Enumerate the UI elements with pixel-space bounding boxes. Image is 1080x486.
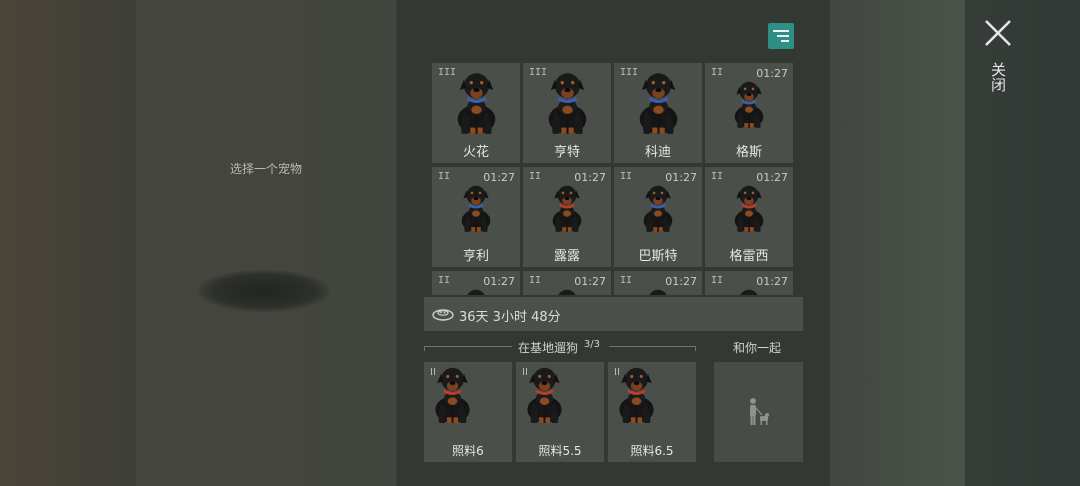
pet-timer: 01:27 bbox=[756, 171, 788, 184]
food-bowl-icon bbox=[432, 309, 454, 321]
pet-name: 亨特 bbox=[553, 145, 580, 160]
filter-line-icon bbox=[777, 35, 789, 37]
pet-tier: II bbox=[711, 275, 724, 286]
pet-card[interactable]: II 01:27 格雷西 bbox=[705, 167, 793, 267]
pet-tier: II bbox=[614, 367, 620, 378]
close-label[interactable]: 关闭 bbox=[989, 62, 1007, 92]
pet-timer: 01:27 bbox=[756, 275, 788, 288]
pet-card[interactable]: II 01:27 露露 bbox=[523, 167, 611, 267]
pet-card[interactable]: II 01:27 bbox=[705, 271, 793, 295]
filter-line-icon bbox=[773, 30, 789, 32]
filter-button[interactable] bbox=[768, 23, 794, 49]
close-panel bbox=[965, 0, 1080, 486]
pet-tier: II bbox=[620, 171, 633, 182]
pet-name: 火花 bbox=[462, 145, 489, 160]
base-dog-card[interactable]: II 照料5.5 bbox=[516, 362, 604, 462]
pet-timer: 01:27 bbox=[483, 275, 515, 288]
pet-card[interactable]: III 火花 bbox=[432, 63, 520, 163]
food-remaining-text: 36天 3小时 48分 bbox=[459, 310, 561, 325]
pet-name: 格斯 bbox=[735, 145, 762, 160]
pet-card[interactable]: II 01:27 巴斯特 bbox=[614, 167, 702, 267]
with-you-slot[interactable] bbox=[714, 362, 803, 462]
close-icon bbox=[985, 20, 1011, 46]
filter-line-icon bbox=[781, 40, 789, 42]
pet-preview-panel: 选择一个宠物 bbox=[136, 0, 396, 486]
pet-card[interactable]: II 01:27 格斯 bbox=[705, 63, 793, 163]
food-supply-bar: 36天 3小时 48分 bbox=[424, 297, 803, 331]
person-with-dog-icon bbox=[750, 398, 769, 425]
pet-timer: 01:27 bbox=[665, 171, 697, 184]
pet-name: 科迪 bbox=[644, 145, 671, 160]
pet-card[interactable]: II 01:27 亨利 bbox=[432, 167, 520, 267]
select-pet-hint: 选择一个宠物 bbox=[229, 162, 302, 176]
base-section-line-left bbox=[424, 346, 512, 347]
base-section-title: 在基地遛狗 3/3 bbox=[518, 339, 600, 356]
pet-tier: II bbox=[529, 171, 542, 182]
pet-card[interactable]: II 01:27 bbox=[523, 271, 611, 295]
pet-tier: III bbox=[438, 67, 457, 78]
pet-name: 巴斯特 bbox=[638, 249, 678, 264]
pet-tier: III bbox=[620, 67, 639, 78]
rottweiler-icon bbox=[552, 185, 582, 232]
base-section-tick-left bbox=[424, 346, 425, 351]
pet-timer: 01:27 bbox=[665, 275, 697, 288]
pet-tier: II bbox=[620, 275, 633, 286]
pet-grid: III 火花 III 亨特 III 科迪 II 01:27 格斯 II 01:27 亨利 II 01:27… bbox=[432, 63, 796, 295]
base-dog-care-label: 照料6.5 bbox=[630, 444, 674, 458]
pet-tier: II bbox=[711, 171, 724, 182]
pet-timer: 01:27 bbox=[574, 171, 606, 184]
pet-timer: 01:27 bbox=[756, 67, 788, 80]
pet-tier: III bbox=[529, 67, 548, 78]
pet-preview-shadow bbox=[198, 270, 330, 312]
rottweiler-icon bbox=[734, 185, 764, 232]
pet-card[interactable]: III 科迪 bbox=[614, 63, 702, 163]
base-section-count: 3/3 bbox=[583, 339, 600, 350]
rottweiler-icon bbox=[643, 185, 673, 232]
rottweiler-icon bbox=[461, 185, 491, 232]
base-dog-care-label: 照料5.5 bbox=[538, 444, 582, 458]
close-button[interactable] bbox=[983, 18, 1013, 48]
pet-name: 露露 bbox=[553, 249, 580, 264]
pet-name: 格雷西 bbox=[729, 249, 769, 264]
pet-card[interactable]: III 亨特 bbox=[523, 63, 611, 163]
pet-tier: II bbox=[430, 367, 436, 378]
base-dog-card[interactable]: II 照料6 bbox=[424, 362, 512, 462]
pet-card[interactable]: II 01:27 bbox=[432, 271, 520, 295]
with-you-title: 和你一起 bbox=[733, 341, 782, 355]
base-dog-care-label: 照料6 bbox=[452, 444, 484, 458]
pet-timer: 01:27 bbox=[574, 275, 606, 288]
pet-timer: 01:27 bbox=[483, 171, 515, 184]
pet-tier: II bbox=[438, 171, 451, 182]
pet-card[interactable]: II 01:27 bbox=[614, 271, 702, 295]
base-section-tick-right bbox=[695, 346, 696, 351]
rottweiler-icon bbox=[734, 81, 764, 128]
base-section-title-text: 在基地遛狗 bbox=[518, 341, 579, 355]
base-section-line-right bbox=[609, 346, 696, 347]
base-dog-card[interactable]: II 照料6.5 bbox=[608, 362, 696, 462]
pet-name: 亨利 bbox=[462, 249, 489, 264]
pet-tier: II bbox=[522, 367, 528, 378]
pet-tier: II bbox=[529, 275, 542, 286]
pet-tier: II bbox=[711, 67, 724, 78]
pet-tier: II bbox=[438, 275, 451, 286]
